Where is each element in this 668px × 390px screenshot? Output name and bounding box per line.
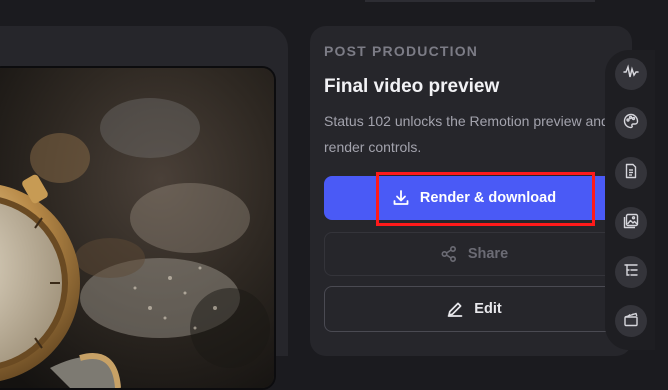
panel-description: Status 102 unlocks the Remotion preview … xyxy=(324,113,609,155)
share-button[interactable]: Share xyxy=(324,232,624,276)
image-gallery-icon xyxy=(623,213,639,234)
section-eyebrow: POST PRODUCTION xyxy=(324,43,479,59)
list-tree-tool-button[interactable] xyxy=(615,256,647,288)
clapperboard-tool-button[interactable] xyxy=(615,305,647,337)
video-frame-image xyxy=(0,68,274,388)
share-icon xyxy=(440,245,458,263)
palette-tool-button[interactable] xyxy=(615,107,647,139)
render-download-button[interactable]: Render & download xyxy=(324,176,624,220)
edit-label: Edit xyxy=(474,301,502,317)
panel-title: Final video preview xyxy=(324,76,500,97)
share-label: Share xyxy=(467,246,509,262)
waveform-icon xyxy=(623,63,639,85)
render-download-label: Render & download xyxy=(419,190,557,206)
download-icon xyxy=(392,189,410,207)
list-tree-icon xyxy=(623,262,639,283)
palette-icon xyxy=(623,113,639,134)
preview-panel xyxy=(0,26,288,390)
edit-button[interactable]: Edit xyxy=(324,286,624,332)
image-gallery-tool-button[interactable] xyxy=(615,207,647,239)
pencil-icon xyxy=(446,300,464,318)
document-tool-button[interactable] xyxy=(615,157,647,189)
top-divider xyxy=(365,0,595,2)
document-icon xyxy=(623,163,639,184)
waveform-tool-button[interactable] xyxy=(615,58,647,90)
video-preview[interactable] xyxy=(0,66,276,390)
clapperboard-icon xyxy=(623,311,639,332)
